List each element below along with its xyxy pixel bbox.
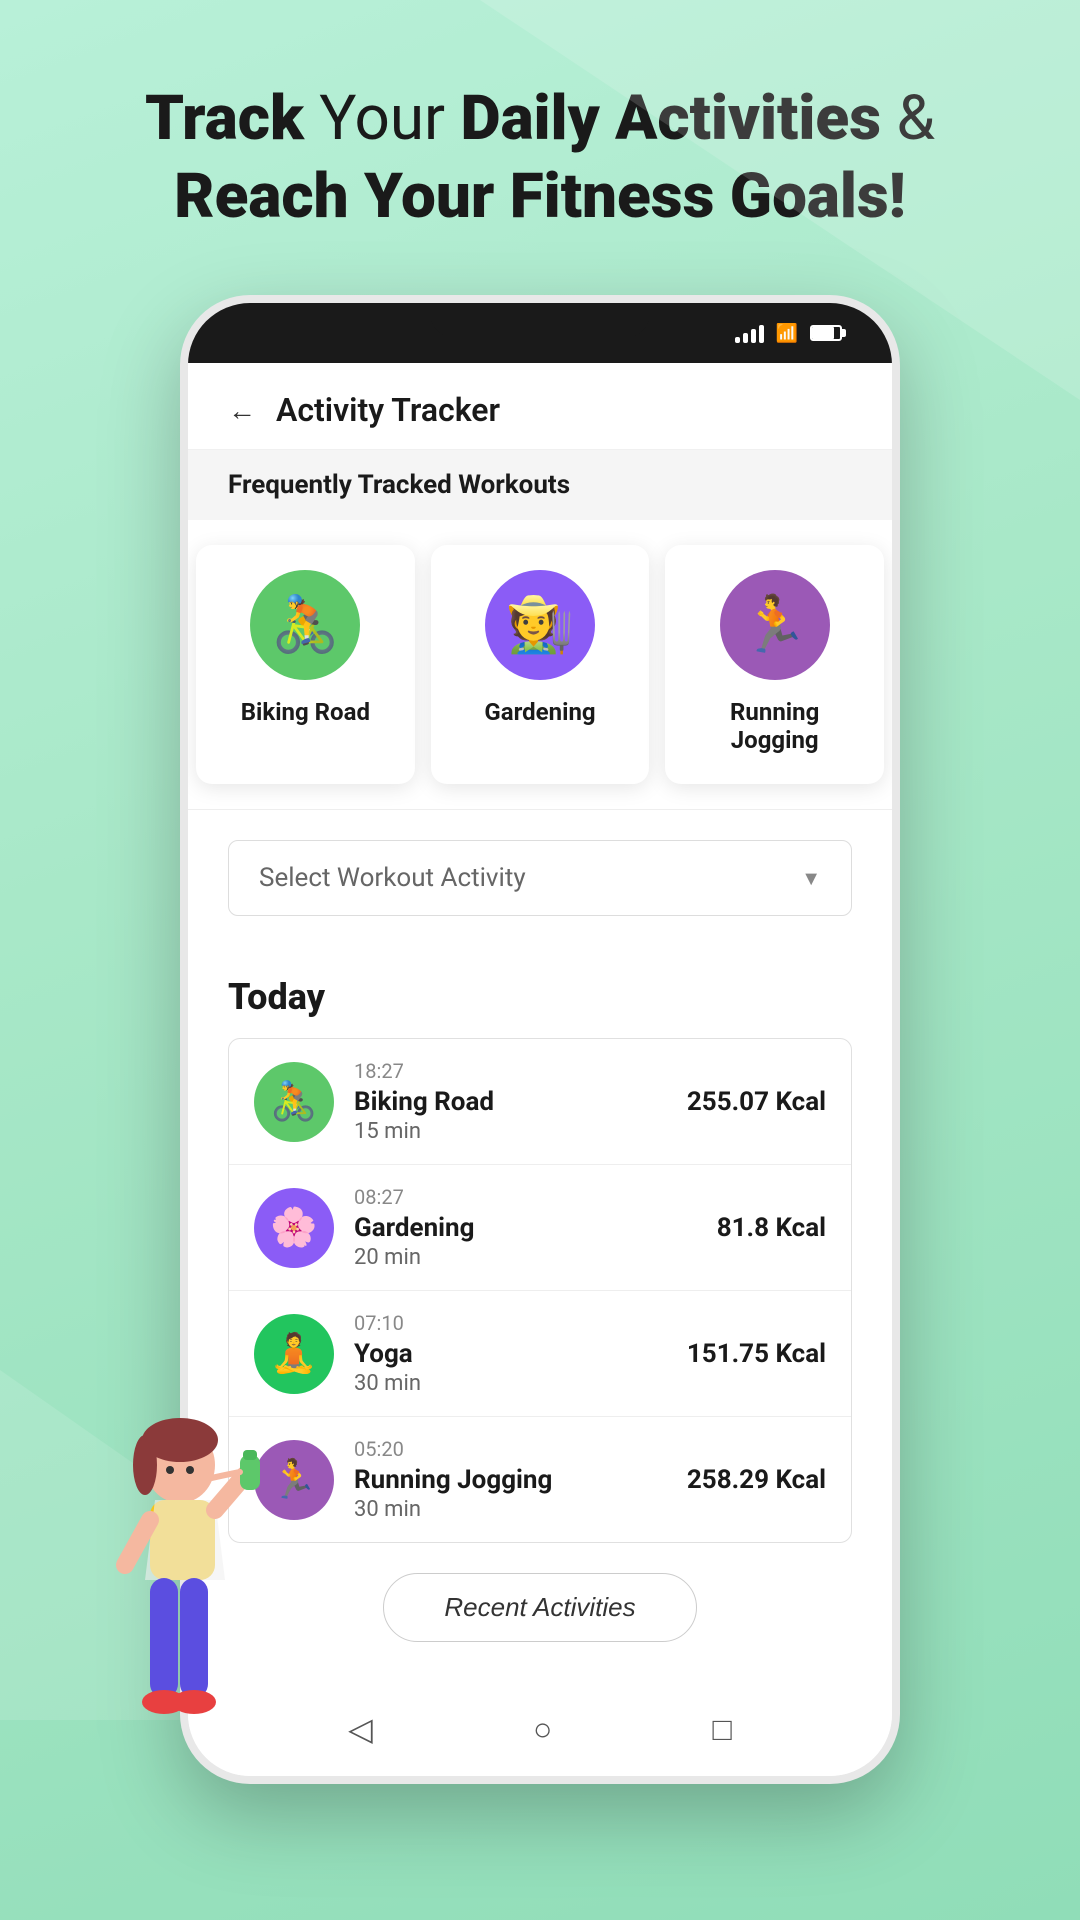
running-calories: 258.29 Kcal [687,1465,826,1495]
running-time: 05:20 [354,1437,667,1461]
activity-yoga-icon: 🧘 [254,1314,334,1394]
activity-running-info: 05:20 Running Jogging 30 min [354,1437,667,1522]
signal-icon [735,323,764,343]
workout-activity-dropdown[interactable]: Select Workout Activity ▼ [228,840,852,916]
activity-gardening-info: 08:27 Gardening 20 min [354,1185,697,1270]
activity-gardening-icon: 🌸 [254,1188,334,1268]
dropdown-section: Select Workout Activity ▼ [188,810,892,946]
workouts-strip: 🚴 Biking Road 🧑‍🌾 Gardening 🏃 Running Jo… [188,520,892,810]
biking-name: Biking Road [241,698,370,726]
activity-item-gardening[interactable]: 🌸 08:27 Gardening 20 min 81.8 Kcal [229,1165,851,1291]
nav-square-button[interactable]: □ [693,1702,752,1756]
bottom-section: Recent Activities [188,1543,892,1682]
gardening-calories: 81.8 Kcal [717,1213,826,1243]
running-activity-name: Running Jogging [354,1465,667,1495]
battery-icon [810,325,842,341]
gardening-icon: 🧑‍🌾 [506,593,574,657]
activity-item-running[interactable]: 🏃 05:20 Running Jogging 30 min 258.29 Kc… [229,1417,851,1542]
status-icons: 📶 [735,323,842,344]
recent-activities-button[interactable]: Recent Activities [383,1573,696,1642]
app-title: Activity Tracker [276,391,500,429]
running-duration: 30 min [354,1497,667,1522]
biking-time: 18:27 [354,1059,667,1083]
notch [430,303,650,338]
gardening-icon-circle: 🧑‍🌾 [485,570,595,680]
gardening-duration: 20 min [354,1245,697,1270]
activity-item-biking[interactable]: 🚴 18:27 Biking Road 15 min 255.07 Kcal [229,1039,851,1165]
hero-line1-your: Your [319,82,460,155]
activity-yoga-info: 07:10 Yoga 30 min [354,1311,667,1396]
running-icon-circle: 🏃 [720,570,830,680]
hero-line1-track: Track [145,82,304,155]
biking-icon: 🚴 [271,593,339,657]
gardening-activity-name: Gardening [354,1213,697,1243]
activity-biking-info: 18:27 Biking Road 15 min [354,1059,667,1144]
status-bar: 📶 [188,303,892,363]
today-section: Today 🚴 18:27 Biking Road 15 min 255.07 … [188,946,892,1543]
workout-card-biking[interactable]: 🚴 Biking Road [196,545,415,784]
biking-icon-circle: 🚴 [250,570,360,680]
yoga-duration: 30 min [354,1371,667,1396]
gardening-time: 08:27 [354,1185,697,1209]
today-title: Today [228,976,852,1018]
activity-biking-icon: 🚴 [254,1062,334,1142]
yoga-time: 07:10 [354,1311,667,1335]
app-header: ← Activity Tracker [188,363,892,450]
biking-duration: 15 min [354,1119,667,1144]
running-icon: 🏃 [740,593,808,657]
navigation-bar: ◁ ○ □ [188,1682,892,1776]
phone-frame: 📶 ← Activity Tracker Frequently Tracked … [180,295,900,1784]
nav-home-button[interactable]: ○ [513,1702,572,1756]
back-button[interactable]: ← [228,394,256,427]
dropdown-placeholder: Select Workout Activity [259,863,526,893]
gardening-name: Gardening [484,698,595,726]
character-illustration [60,1410,280,1814]
yoga-calories: 151.75 Kcal [687,1339,826,1369]
activity-list: 🚴 18:27 Biking Road 15 min 255.07 Kcal 🌸… [228,1038,852,1543]
biking-activity-name: Biking Road [354,1087,667,1117]
yoga-activity-name: Yoga [354,1339,667,1369]
wifi-icon: 📶 [776,323,798,344]
activity-item-yoga[interactable]: 🧘 07:10 Yoga 30 min 151.75 Kcal [229,1291,851,1417]
biking-calories: 255.07 Kcal [687,1087,826,1117]
workout-card-gardening[interactable]: 🧑‍🌾 Gardening [431,545,650,784]
dropdown-arrow-icon: ▼ [801,866,821,891]
nav-back-button[interactable]: ◁ [328,1702,393,1756]
phone-mockup: 📶 ← Activity Tracker Frequently Tracked … [180,295,900,1784]
running-name: Running Jogging [685,698,864,754]
workout-card-running[interactable]: 🏃 Running Jogging [665,545,884,784]
frequently-tracked-label: Frequently Tracked Workouts [188,450,892,520]
phone-inner: 📶 ← Activity Tracker Frequently Tracked … [188,303,892,1776]
